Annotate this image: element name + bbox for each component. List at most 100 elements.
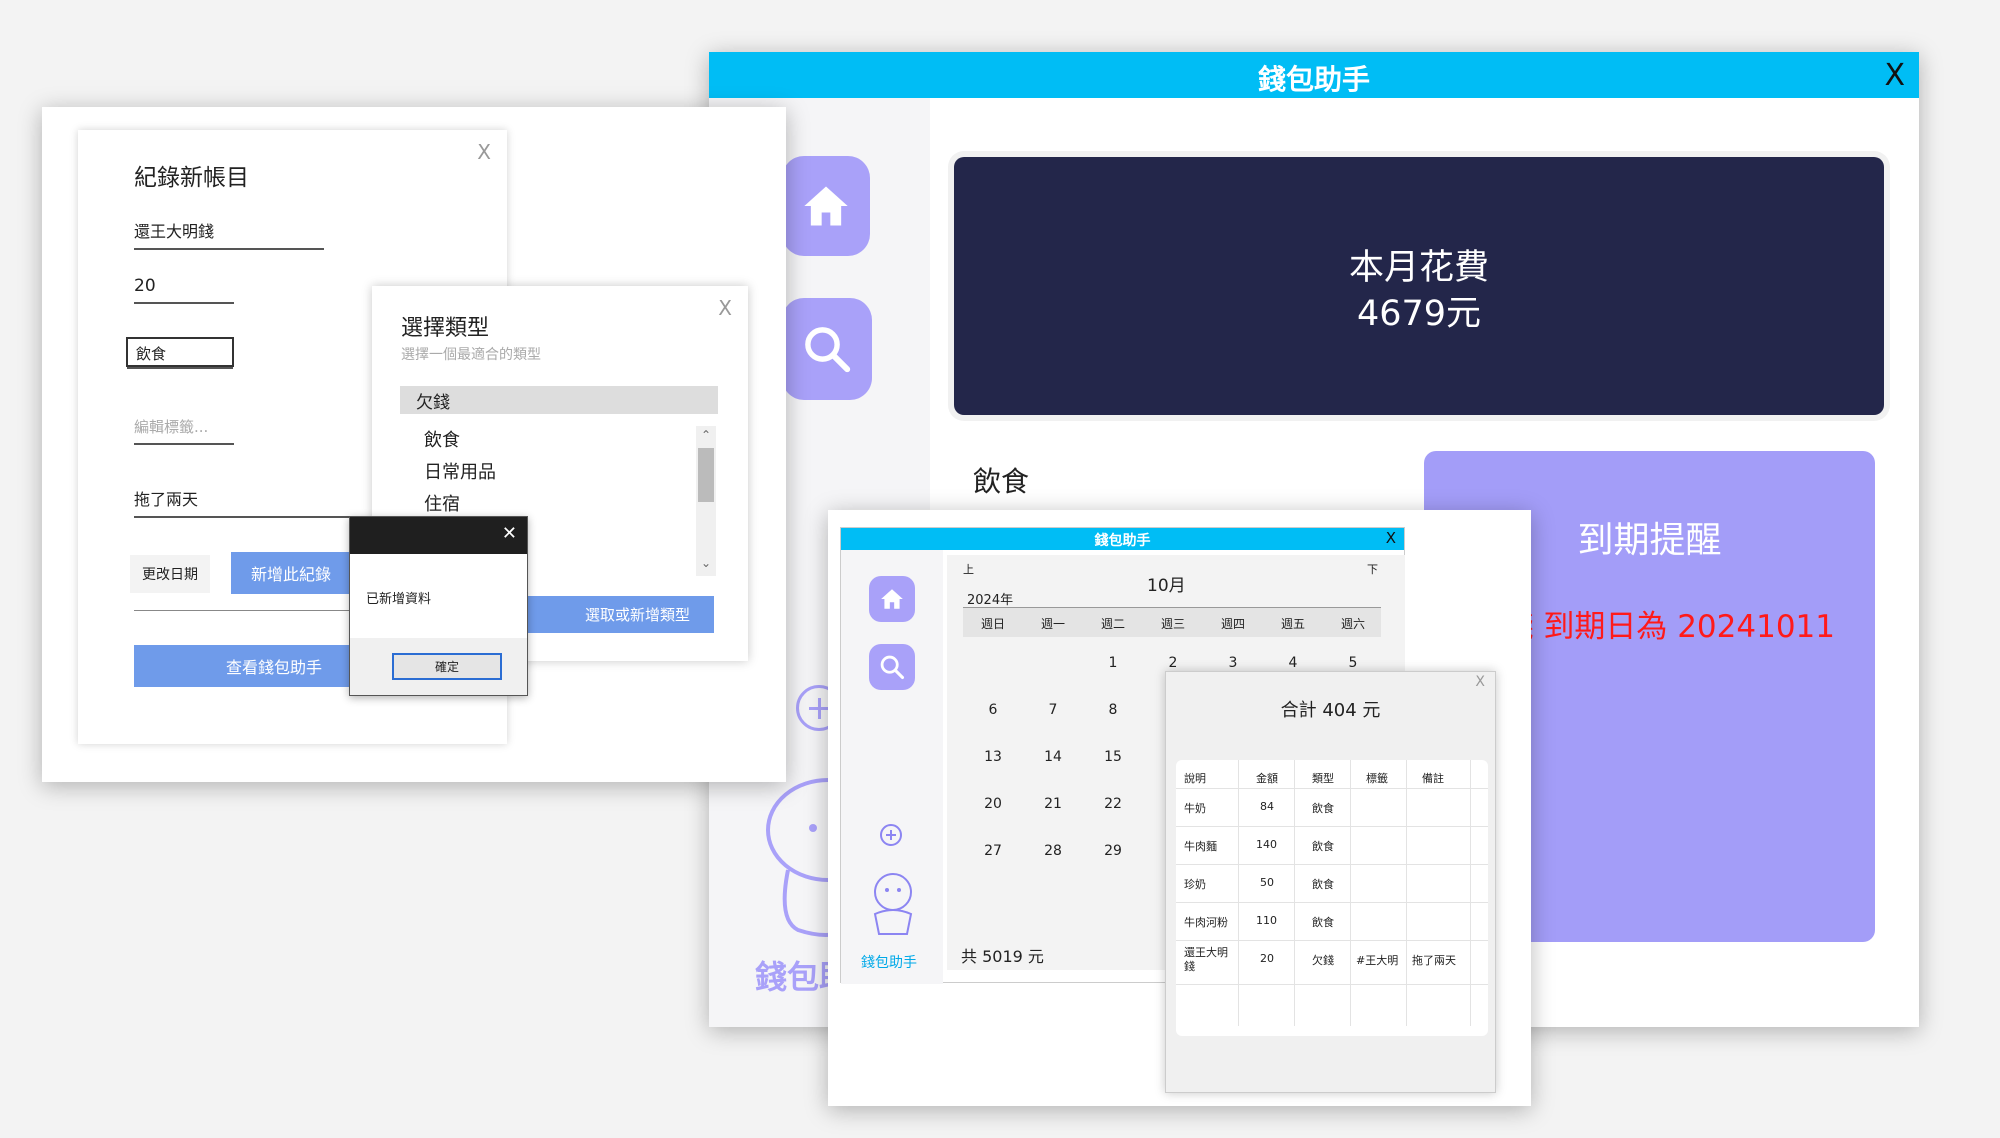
home-button[interactable]: [782, 156, 870, 256]
category-heading: 飲食: [973, 465, 1030, 498]
calendar-day[interactable]: 27: [963, 843, 1023, 859]
table-cell: 欠錢: [1312, 954, 1334, 967]
calendar-day[interactable]: 28: [1023, 843, 1083, 859]
amount-field[interactable]: 20: [134, 276, 234, 304]
detail-popup: X 合計 404 元 說明 金額 類型 標籤 備註 牛奶 84 飲食 牛肉麵 1…: [1165, 671, 1496, 1093]
calendar-day[interactable]: 22: [1083, 796, 1143, 812]
record-title: 紀錄新帳目: [134, 165, 249, 191]
calendar-day[interactable]: 29: [1083, 843, 1143, 859]
table-cell: 飲食: [1312, 802, 1334, 815]
detail-table: 說明 金額 類型 標籤 備註 牛奶 84 飲食 牛肉麵 140 飲食 珍奶 50…: [1176, 760, 1488, 1036]
main-brand-text: 錢包助手: [755, 958, 835, 996]
spend-card: 本月花費 4679元: [954, 157, 1884, 415]
calendar-year: 2024年: [967, 593, 1014, 608]
calendar-day[interactable]: 6: [963, 702, 1023, 718]
table-cell: 珍奶: [1184, 878, 1206, 891]
category-field[interactable]: 飲食: [126, 337, 234, 367]
table-cell: 還王大明錢: [1184, 946, 1228, 973]
note-field[interactable]: 拖了兩天: [134, 486, 382, 518]
weekday-label: 週三: [1160, 617, 1185, 631]
table-cell: 拖了兩天: [1412, 954, 1456, 967]
message-text: 已新增資料: [366, 592, 432, 607]
calendar-add-icon[interactable]: [880, 824, 902, 846]
table-cell: 140: [1256, 838, 1277, 851]
calendar-day[interactable]: 7: [1023, 702, 1083, 718]
table-cell: 110: [1256, 914, 1277, 927]
message-box: ✕ 已新增資料 確定: [349, 516, 528, 696]
change-date-button[interactable]: 更改日期: [130, 555, 210, 593]
type-list-item[interactable]: 日常用品: [424, 458, 674, 490]
table-cell: 牛奶: [1184, 802, 1206, 815]
record-divider: [134, 610, 384, 611]
calendar-prev-button[interactable]: 上: [963, 561, 974, 577]
search-button[interactable]: [782, 298, 872, 400]
spend-amount: 4679元: [1356, 294, 1482, 334]
weekday-label: 週四: [1220, 617, 1245, 631]
calendar-total: 共 5019 元: [961, 947, 1044, 966]
type-subtitle: 選擇一個最適合的類型: [401, 347, 541, 363]
detail-total: 合計 404 元: [1280, 700, 1381, 721]
type-action-label: 選取或新增類型: [584, 606, 690, 624]
calendar-month: 10月: [1147, 576, 1186, 596]
table-cell: 飲食: [1312, 878, 1334, 891]
message-ok-button[interactable]: 確定: [392, 653, 502, 680]
table-cell: 飲食: [1312, 916, 1334, 929]
calendar-day[interactable]: 5: [1323, 655, 1383, 671]
type-list: 飲食 日常用品 住宿: [424, 426, 674, 522]
calendar-day[interactable]: 3: [1203, 655, 1263, 671]
type-selected-item[interactable]: 欠錢: [400, 386, 718, 414]
table-header-cell: 類型: [1312, 772, 1334, 785]
scroll-up-icon[interactable]: ⌃: [701, 428, 711, 442]
calendar-day[interactable]: 1: [1083, 655, 1143, 671]
record-close-button[interactable]: X: [477, 140, 491, 164]
scroll-thumb[interactable]: [698, 448, 714, 502]
table-cell: #王大明: [1356, 954, 1399, 967]
table-header-cell: 標籤: [1366, 772, 1388, 785]
weekday-label: 週一: [1040, 617, 1065, 631]
weekday-label: 週六: [1340, 617, 1365, 631]
message-close-button[interactable]: ✕: [502, 523, 517, 544]
message-title-bar: ✕: [350, 517, 527, 554]
scroll-down-icon[interactable]: ⌄: [701, 556, 711, 570]
calendar-brand-text: 錢包助手: [861, 955, 917, 971]
type-scrollbar[interactable]: ⌃ ⌄: [696, 426, 716, 576]
table-header-cell: 備註: [1422, 772, 1444, 785]
table-cell: 牛肉麵: [1184, 840, 1217, 853]
search-icon: [805, 327, 851, 373]
message-body: 已新增資料: [350, 554, 527, 638]
calendar-next-button[interactable]: 下: [1367, 561, 1378, 577]
table-cell: 50: [1260, 876, 1274, 889]
detail-close-button[interactable]: X: [1475, 674, 1485, 690]
spend-label: 本月花費: [1348, 248, 1489, 288]
calendar-day[interactable]: 4: [1263, 655, 1323, 671]
calendar-day[interactable]: 15: [1083, 749, 1143, 765]
description-field[interactable]: 還王大明錢: [134, 218, 324, 250]
calendar-day[interactable]: 20: [963, 796, 1023, 812]
calendar-close-button[interactable]: X: [1386, 529, 1396, 547]
add-record-button[interactable]: 新增此紀錄: [231, 552, 351, 594]
table-header-cell: 說明: [1184, 772, 1206, 785]
main-title: 錢包助手: [1257, 63, 1370, 96]
table-cell: 20: [1260, 952, 1274, 965]
weekday-label: 週二: [1100, 617, 1125, 631]
type-action-button[interactable]: 選取或新增類型: [512, 596, 714, 633]
calendar-search-button[interactable]: [869, 644, 915, 690]
weekday-row: 週日 週一 週二 週三 週四 週五 週六: [963, 607, 1381, 637]
calendar-home-button[interactable]: [869, 576, 915, 622]
type-title: 選擇類型: [401, 316, 490, 341]
tag-field[interactable]: 編輯標籤...: [134, 416, 234, 445]
main-close-button[interactable]: X: [1884, 58, 1905, 93]
calendar-day[interactable]: 8: [1083, 702, 1143, 718]
calendar-day[interactable]: 21: [1023, 796, 1083, 812]
calendar-day[interactable]: 2: [1143, 655, 1203, 671]
weekday-label: 週五: [1280, 617, 1305, 631]
calendar-day[interactable]: 13: [963, 749, 1023, 765]
type-list-item[interactable]: 飲食: [424, 426, 674, 458]
calendar-title: 錢包助手: [1094, 533, 1151, 549]
calendar-mascot-icon: [873, 873, 913, 935]
home-icon: [881, 589, 903, 609]
calendar-day[interactable]: 14: [1023, 749, 1083, 765]
type-close-button[interactable]: X: [718, 296, 732, 320]
weekday-label: 週日: [980, 617, 1005, 631]
table-cell: 84: [1260, 800, 1274, 813]
